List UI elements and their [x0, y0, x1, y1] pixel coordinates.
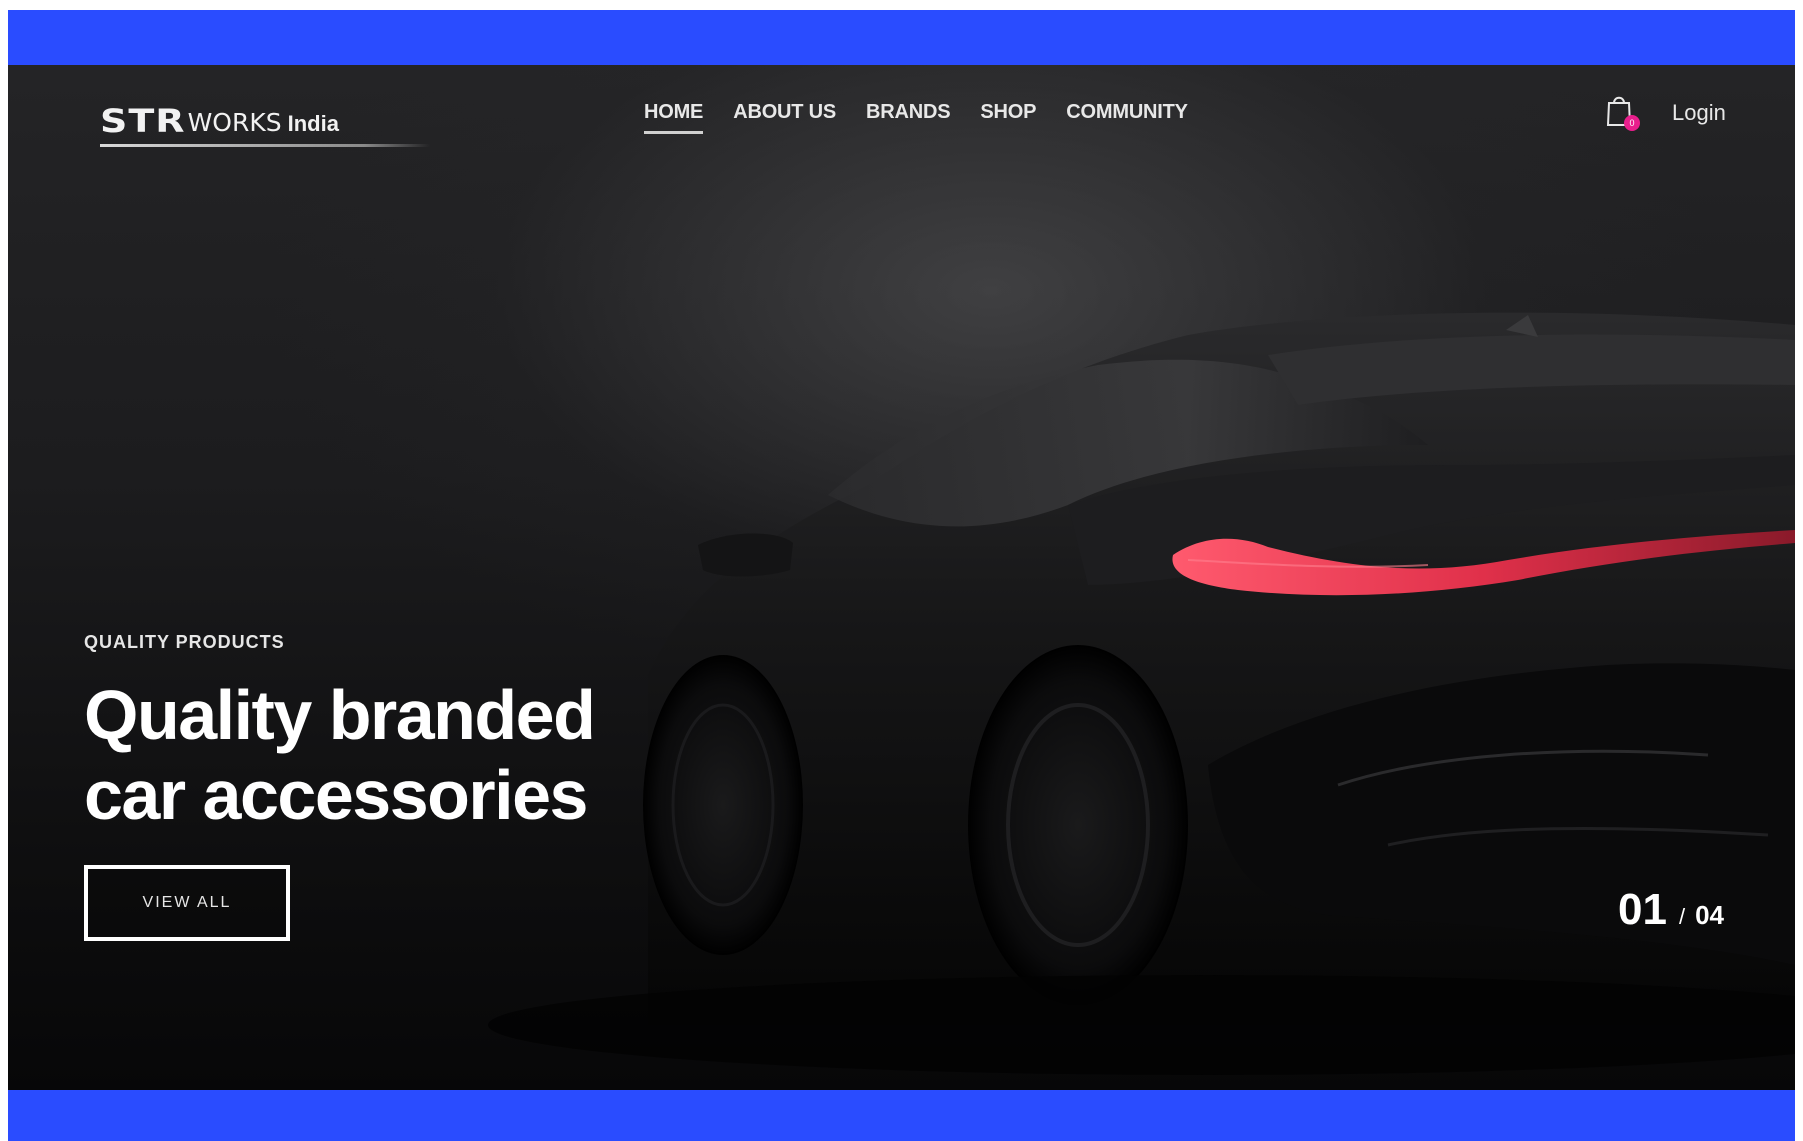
hero-eyebrow: QUALITY PRODUCTS [84, 632, 285, 652]
nav-item-home[interactable]: HOME [644, 101, 704, 134]
nav-item-community[interactable]: COMMUNITY [1066, 101, 1188, 134]
slide-current-number: 01 [1618, 885, 1667, 934]
slide-total-number: 04 [1695, 900, 1724, 930]
logo-works-text: works [187, 108, 282, 137]
logo-underline [100, 144, 430, 147]
brand-logo[interactable]: STR works India [100, 91, 430, 147]
cart-count-badge: 0 [1624, 115, 1640, 131]
view-all-button[interactable]: VIEW ALL [84, 865, 290, 941]
hero-headline: Quality branded car accessories [84, 676, 596, 834]
hero-section: STR works India HOME ABOUT US BRANDS SHO… [8, 65, 1795, 1090]
nav-item-about-us[interactable]: ABOUT US [733, 101, 836, 134]
nav-item-shop[interactable]: SHOP [980, 101, 1036, 134]
slide-separator: / [1678, 904, 1686, 929]
main-menu: HOME ABOUT US BRANDS SHOP COMMUNITY [644, 101, 1188, 134]
logo-str-text: STR [100, 102, 186, 140]
logo-country-text: India [287, 111, 339, 136]
cart-button[interactable]: 0 [1606, 93, 1640, 133]
top-navigation: STR works India HOME ABOUT US BRANDS SHO… [8, 65, 1795, 165]
slide-counter: 01 / 04 [1618, 885, 1724, 935]
login-link[interactable]: Login [1672, 100, 1726, 126]
nav-item-brands[interactable]: BRANDS [866, 101, 951, 134]
